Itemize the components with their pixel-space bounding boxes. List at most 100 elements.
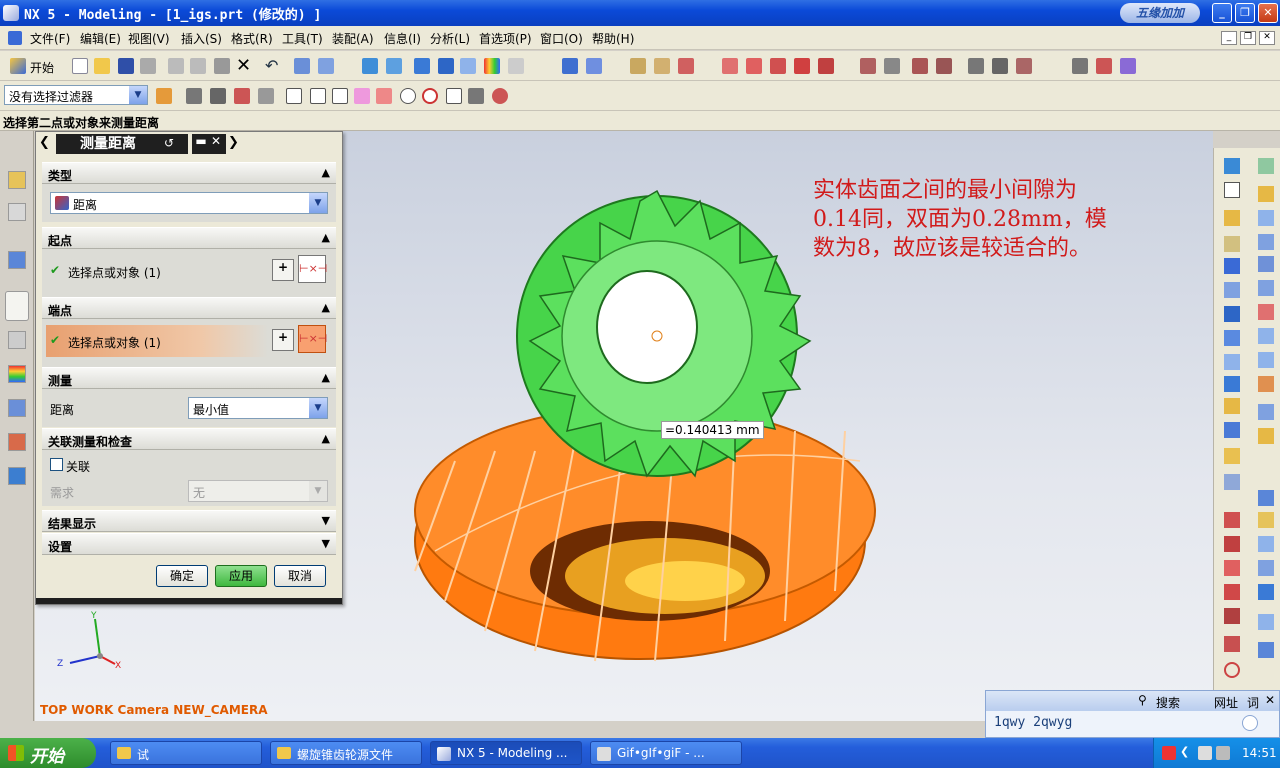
menu-view[interactable]: 视图(V) xyxy=(128,30,170,47)
paste-icon[interactable] xyxy=(214,58,230,74)
feature-icon-1[interactable] xyxy=(1224,158,1240,174)
type-select[interactable]: 距离 ▼ xyxy=(50,192,328,214)
sketch-icon-10[interactable] xyxy=(1120,58,1136,74)
cancel-button[interactable]: 取消 xyxy=(274,565,326,587)
section-end-header[interactable]: 端点 ▲ xyxy=(42,297,336,319)
chevron-up-icon[interactable]: ▲ xyxy=(322,432,330,445)
selection-filter-select[interactable]: 没有选择过滤器 ▼ xyxy=(4,85,148,105)
tray-expand-icon[interactable]: ❮ xyxy=(1180,745,1194,759)
cut-icon[interactable] xyxy=(168,58,184,74)
feature-icon-2[interactable] xyxy=(1224,182,1240,198)
section-type-header[interactable]: 类型 ▲ xyxy=(42,162,336,184)
surface-icon-15[interactable] xyxy=(1258,536,1274,552)
close-button[interactable]: ✕ xyxy=(1258,3,1278,23)
tool-icon-2[interactable] xyxy=(318,58,334,74)
sketch-icon-8[interactable] xyxy=(1072,58,1088,74)
snap-curve-icon[interactable] xyxy=(354,88,370,104)
analysis-icon[interactable] xyxy=(678,58,694,74)
surface-icon-1[interactable] xyxy=(1258,158,1274,174)
menu-help[interactable]: 帮助(H) xyxy=(592,30,634,47)
surface-icon-10[interactable] xyxy=(1258,376,1274,392)
point-dialog-button[interactable]: + xyxy=(272,329,294,351)
surface-icon-17[interactable] xyxy=(1258,584,1274,600)
surface-icon-11[interactable] xyxy=(1258,404,1274,420)
layout-icon[interactable] xyxy=(508,58,524,74)
dialog-close-icon[interactable]: ✕ xyxy=(206,134,226,154)
sketch-icon-7[interactable] xyxy=(1016,58,1032,74)
system-scenes-icon[interactable] xyxy=(8,467,26,485)
snap-tangent-icon[interactable] xyxy=(468,88,484,104)
wireframe-cube-icon[interactable] xyxy=(460,58,476,74)
feature-icon-7[interactable] xyxy=(1224,306,1240,322)
sketch-icon-1[interactable] xyxy=(860,58,876,74)
chevron-down-icon[interactable]: ▼ xyxy=(322,537,330,550)
section-settings-header[interactable]: 设置 ▼ xyxy=(42,533,336,555)
feature-icon-3[interactable] xyxy=(1224,210,1240,226)
end-select-label[interactable]: 选择点或对象 (1) xyxy=(68,334,161,351)
fit-view-icon[interactable] xyxy=(386,58,402,74)
curve-icon-5[interactable] xyxy=(818,58,834,74)
chevron-down-icon[interactable]: ▼ xyxy=(309,398,327,418)
menu-assembly[interactable]: 装配(A) xyxy=(332,30,374,47)
tool-icon-3[interactable] xyxy=(562,58,578,74)
reuse-library-icon[interactable] xyxy=(8,331,26,349)
surface-icon-19[interactable] xyxy=(1258,642,1274,658)
require-select[interactable]: 无 ▼ xyxy=(188,480,328,502)
collapse-left-icon[interactable]: ❮ xyxy=(39,135,50,150)
surface-icon-6[interactable] xyxy=(1258,280,1274,296)
feature-icon-4[interactable] xyxy=(1224,236,1240,252)
menu-preferences[interactable]: 首选项(P) xyxy=(479,30,532,47)
tray-icon-1[interactable] xyxy=(1162,746,1176,760)
constraint-navigator-icon[interactable] xyxy=(8,203,26,221)
sketch-icon-4[interactable] xyxy=(936,58,952,74)
tool-icon-4[interactable] xyxy=(586,58,602,74)
point-inference-button[interactable]: ⊢×⊣ xyxy=(298,255,327,283)
snap-icon-3[interactable] xyxy=(210,88,226,104)
start-select-label[interactable]: 选择点或对象 (1) xyxy=(68,264,161,281)
menu-window[interactable]: 窗口(O) xyxy=(540,30,583,47)
curve-icon-2[interactable] xyxy=(746,58,762,74)
snap-quadrant-icon[interactable] xyxy=(422,88,438,104)
minimize-button[interactable]: _ xyxy=(1212,3,1232,23)
feature-icon-11[interactable] xyxy=(1224,398,1240,414)
point-dialog-button[interactable]: + xyxy=(272,259,294,281)
snap-endpoint-icon[interactable] xyxy=(286,88,302,104)
curve-tool-icon-2[interactable] xyxy=(1224,536,1240,552)
taskbar-item-4[interactable]: Gif•gIf•giF - ... xyxy=(590,741,742,765)
tray-icon-2[interactable] xyxy=(1198,746,1212,760)
surface-icon-3[interactable] xyxy=(1258,210,1274,226)
ime-options-icon[interactable] xyxy=(1242,715,1258,731)
chevron-up-icon[interactable]: ▲ xyxy=(322,231,330,244)
snap-icon-2[interactable] xyxy=(186,88,202,104)
start-icon[interactable] xyxy=(10,58,26,74)
maximize-button[interactable]: ❐ xyxy=(1235,3,1255,23)
section-associative-header[interactable]: 关联测量和检查 ▲ xyxy=(42,428,336,450)
feature-icon-14[interactable] xyxy=(1224,474,1240,490)
nx-app-icon[interactable] xyxy=(3,5,19,21)
feature-icon-9[interactable] xyxy=(1224,354,1240,370)
chevron-down-icon[interactable]: ▼ xyxy=(322,514,330,527)
section-start-header[interactable]: 起点 ▲ xyxy=(42,227,336,249)
address-button[interactable]: 网址 xyxy=(1214,694,1238,711)
refresh-view-icon[interactable] xyxy=(362,58,378,74)
feature-icon-5[interactable] xyxy=(1224,258,1240,274)
sketch-icon-9[interactable] xyxy=(1096,58,1112,74)
curve-icon-3[interactable] xyxy=(770,58,786,74)
sketch-icon-5[interactable] xyxy=(968,58,984,74)
snap-point-icon[interactable] xyxy=(446,88,462,104)
taskbar-item-2[interactable]: 螺旋锥齿轮源文件 xyxy=(270,741,422,765)
menu-edit[interactable]: 编辑(E) xyxy=(80,30,121,47)
section-result-header[interactable]: 结果显示 ▼ xyxy=(42,510,336,532)
curve-tool-icon-3[interactable] xyxy=(1224,560,1240,576)
sketch-icon-3[interactable] xyxy=(912,58,928,74)
taskbar-item-1[interactable]: 试 xyxy=(110,741,262,765)
sketch-icon-2[interactable] xyxy=(884,58,900,74)
curve-tool-icon-4[interactable] xyxy=(1224,584,1240,600)
start-button[interactable]: 开始 xyxy=(0,738,96,768)
surface-icon-14[interactable] xyxy=(1258,512,1274,528)
doc-minimize-button[interactable]: _ xyxy=(1221,31,1237,45)
save-icon[interactable] xyxy=(118,58,134,74)
associative-checkbox[interactable] xyxy=(50,458,63,471)
ime-input-text[interactable]: 1qwy 2qwyg xyxy=(994,715,1072,730)
search-button[interactable]: 搜索 xyxy=(1156,694,1180,711)
